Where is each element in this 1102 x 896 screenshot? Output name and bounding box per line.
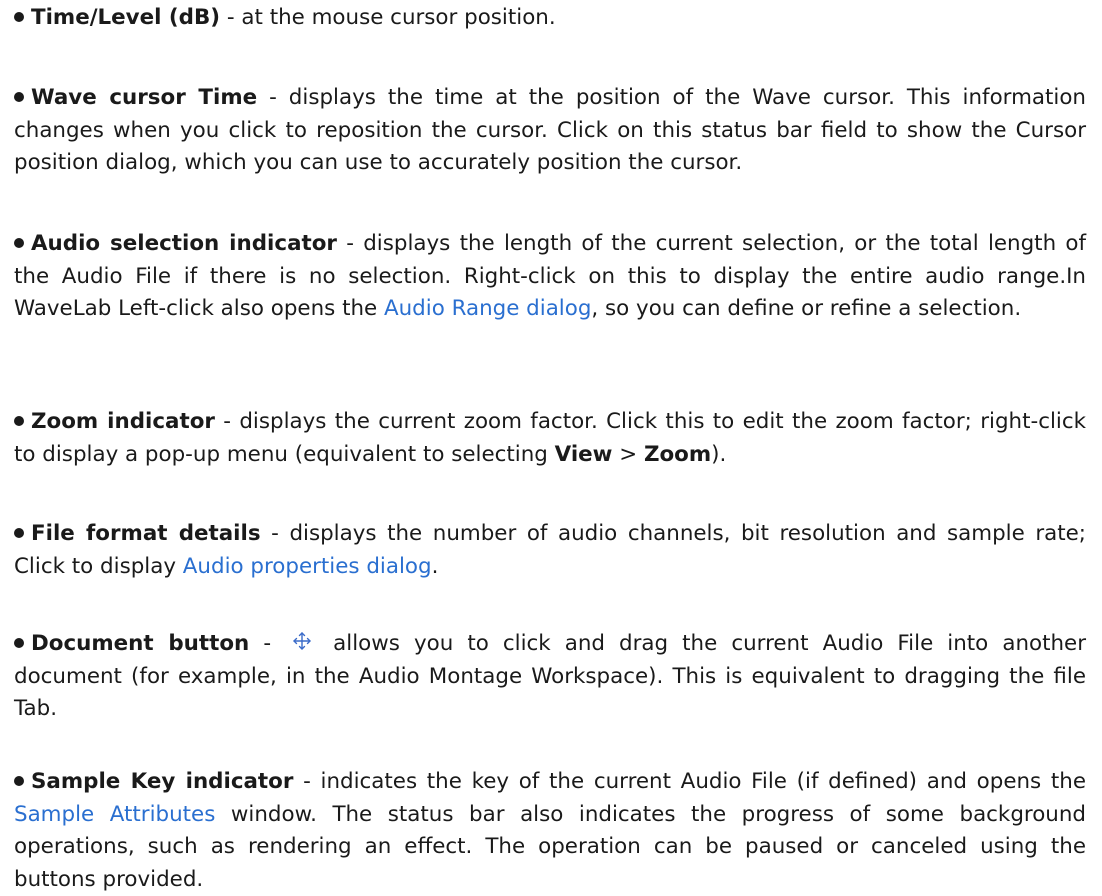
item-term: Zoom indicator bbox=[31, 409, 215, 434]
item-term: Wave cursor Time bbox=[31, 85, 258, 110]
menu-separator: > bbox=[612, 441, 644, 467]
item-text: . bbox=[431, 553, 439, 579]
item-term: Time/Level (dB) bbox=[31, 5, 221, 30]
sample-attributes-link[interactable]: Sample Attributes bbox=[14, 802, 215, 827]
list-item-document-button: Document button - allows you to click an… bbox=[14, 628, 1086, 726]
item-text: - bbox=[249, 631, 286, 656]
item-text: - at the mouse cursor position. bbox=[220, 5, 556, 30]
item-term: File format details bbox=[31, 521, 261, 546]
item-term: Audio selection indicator bbox=[31, 231, 337, 256]
audio-properties-dialog-link[interactable]: Audio properties dialog bbox=[183, 554, 432, 579]
menu-zoom-label: Zoom bbox=[643, 441, 712, 467]
list-item-zoom-indicator: Zoom indicator - displays the current zo… bbox=[14, 406, 1086, 471]
document-page: Time/Level (dB) - at the mouse cursor po… bbox=[0, 0, 1102, 893]
bullet bbox=[14, 528, 24, 538]
menu-view-label: View bbox=[554, 441, 613, 467]
list-item-file-format: File format details - displays the numbe… bbox=[14, 518, 1086, 583]
list-item-sample-key: Sample Key indicator - indicates the key… bbox=[14, 766, 1086, 896]
bullet bbox=[14, 238, 24, 248]
bullet bbox=[14, 416, 24, 426]
move-arrows-icon[interactable] bbox=[291, 630, 313, 652]
list-item-audio-selection: Audio selection indicator - displays the… bbox=[14, 228, 1086, 326]
bullet bbox=[14, 638, 24, 648]
list-item-time-level: Time/Level (dB) - at the mouse cursor po… bbox=[14, 2, 1086, 35]
list-item-wave-cursor-time: Wave cursor Time - displays the time at … bbox=[14, 82, 1086, 180]
bullet bbox=[14, 92, 24, 102]
item-text: , so you can define or refine a selectio… bbox=[591, 296, 1022, 321]
audio-range-dialog-link[interactable]: Audio Range dialog bbox=[384, 296, 591, 321]
item-term: Sample Key indicator bbox=[31, 769, 294, 794]
bullet bbox=[14, 776, 24, 786]
bullet bbox=[14, 12, 24, 22]
item-text: ). bbox=[711, 441, 727, 467]
item-term: Document button bbox=[31, 631, 250, 656]
item-text: - indicates the key of the current Audio… bbox=[293, 769, 1086, 794]
